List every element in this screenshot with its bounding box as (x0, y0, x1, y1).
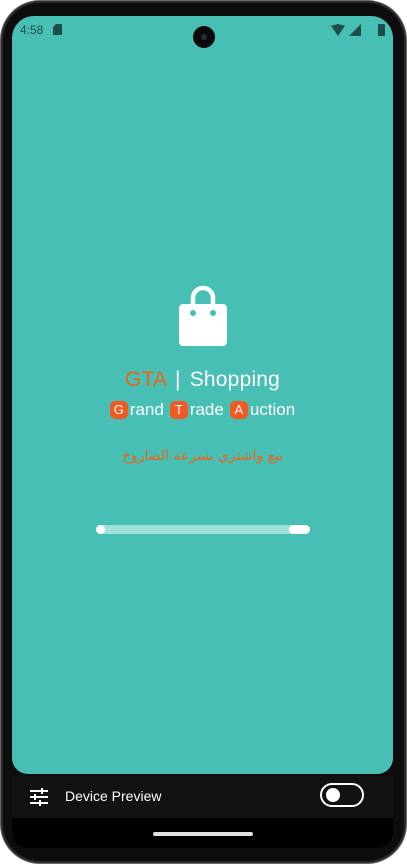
tagline-word-auction: uction (249, 400, 296, 419)
signal-icon (349, 24, 361, 36)
tagline-badge-t: T (169, 401, 188, 419)
slogan: بيع واشتري بسرعة الصاروخ (121, 448, 284, 464)
tagline: G rand T rade A uction (12, 400, 393, 420)
tagline-word-trade: rade (189, 400, 224, 419)
device-preview-toggle[interactable] (320, 783, 364, 807)
status-time: 4:58 (20, 23, 44, 37)
home-indicator[interactable] (153, 832, 253, 836)
tagline-badge-a: A (229, 401, 248, 419)
loading-progress-bar (96, 525, 310, 534)
loading-progress-start (96, 525, 105, 534)
app-title-separator: | (175, 368, 181, 391)
app-title-rest: Shopping (189, 368, 281, 391)
tagline-badge-g: G (109, 401, 128, 419)
device-preview-label: Device Preview (65, 788, 162, 804)
wifi-icon (331, 24, 345, 36)
device-frame: 4:58 GTA | Shopping G rand T rade A ucti… (0, 0, 407, 864)
front-camera (193, 26, 215, 48)
device-preview-bar: Device Preview (12, 776, 393, 818)
tagline-word-grand: rand (129, 400, 164, 419)
toggle-knob (326, 788, 340, 802)
app-title-brand: GTA (124, 368, 166, 391)
system-navigation-area (12, 818, 393, 848)
app-title: GTA | Shopping (12, 368, 393, 392)
loading-progress-fill (288, 525, 310, 534)
status-bar: 4:58 (12, 16, 393, 48)
app-screen: 4:58 GTA | Shopping G rand T rade A ucti… (12, 16, 393, 774)
shopping-bag-icon (178, 285, 227, 346)
tune-icon[interactable] (30, 788, 48, 806)
splash-content: GTA | Shopping G rand T rade A uction بي… (12, 284, 393, 464)
battery-icon (378, 24, 385, 36)
sd-card-icon (53, 24, 62, 35)
